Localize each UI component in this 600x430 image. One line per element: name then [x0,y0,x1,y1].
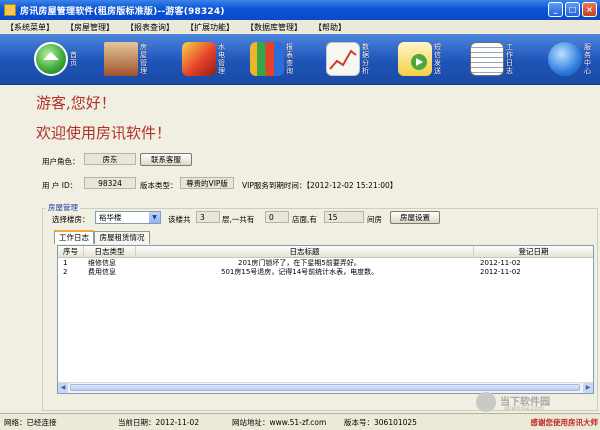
watermark: 当下软件园 downxia.com [476,392,586,412]
vip-expiry-text: VIP服务到期时间：【2012-12-02 15:21:00】 [242,181,398,190]
rooms-unit: 间房 [367,215,382,224]
user-id-value: 98324 [84,177,136,189]
watermark-url: downxia.com [504,405,544,412]
row-type: 费用信息 [88,268,116,276]
row-date: 2012-11-02 [480,259,521,267]
envelope-icon [398,42,432,76]
menu-help[interactable]: 【帮助】 [314,22,346,33]
column-header-title[interactable]: 日志标题 [136,246,474,257]
shops-label: 层,一共有 [222,215,255,224]
floors-value: 3 [196,211,220,223]
floors-label: 该楼共 [168,215,191,224]
close-button[interactable]: × [582,2,597,17]
notebook-icon [470,42,504,76]
menu-system[interactable]: 【系统菜单】 [6,22,54,33]
table-row[interactable]: 2 费用信息 501房15号退房，记得14号前统计水表，电度数。 2012-11… [58,268,593,277]
network-status: 网络：已经连接 [4,418,57,427]
home-panel: 游客,您好！ 欢迎使用房讯软件！ 用户角色： 房东 联系客服 用 户 ID： 9… [0,85,600,413]
menu-extensions[interactable]: 【扩展功能】 [186,22,234,33]
house-group-title: 房屋管理 [46,202,80,213]
menu-database[interactable]: 【数据库管理】 [246,22,302,33]
user-id-label: 用 户 ID： [42,181,78,190]
toolbar-home[interactable]: 首页 [34,38,80,80]
app-icon [4,4,16,16]
column-header-no[interactable]: 序号 [58,246,84,257]
house-settings-button[interactable]: 房屋设置 [390,211,440,224]
version-value: 尊贵的VIP版 [180,177,234,189]
menu-bar: 【系统菜单】 【房屋管理】 【报表查询】 【扩展功能】 【数据库管理】 【帮助】 [0,20,600,34]
window-controls: _ □ × [548,2,597,17]
row-type: 维修信息 [88,259,116,267]
window-title: 房讯房屋管理软件(租房版标准版)--游客(98324) [20,6,225,17]
watermark-logo-icon [476,392,496,412]
line-chart-icon [326,42,360,76]
building-select-value: 裕华楼 [99,213,122,222]
row-title: 201房门锁坏了，在下星期5前要弄好。 [238,259,361,267]
chevron-down-icon[interactable]: ▼ [149,212,160,223]
greeting-line1: 游客,您好！ [36,94,116,112]
column-header-date[interactable]: 登记日期 [474,246,593,257]
row-no: 2 [63,268,68,276]
contact-support-button[interactable]: 联系客服 [140,153,192,166]
row-no: 1 [63,259,68,267]
thank-you-slogan: 感谢您使用房讯大师 [530,418,599,427]
title-bar: 房讯房屋管理软件(租房版标准版)--游客(98324) _ □ × [0,0,600,20]
table-header: 序号 日志类型 日志标题 登记日期 [58,246,593,258]
version-number: 版本号：306101025 [344,418,417,427]
toolbar-utility[interactable]: 水电管理 [182,38,228,80]
minimize-button[interactable]: _ [548,2,563,17]
tab-rental-status[interactable]: 房屋租赁情况 [94,231,150,244]
building-select[interactable]: 裕华楼 ▼ [95,211,161,224]
table-row[interactable]: 1 维修信息 201房门锁坏了，在下星期5前要弄好。 2012-11-02 [58,259,593,268]
bar-chart-icon [250,42,284,76]
menu-rooms[interactable]: 【房屋管理】 [66,22,114,33]
toolbar-analysis[interactable]: 数据分析 [326,38,372,80]
shops-value: 0 [265,211,289,223]
house-icon [104,42,138,76]
toolbar-service[interactable]: 服务中心 [548,38,594,80]
toolbar-report[interactable]: 报表查询 [250,38,296,80]
website-address: 网站地址：www.51-zf.com [232,418,327,427]
main-toolbar: 首页 房屋管理 水电管理 报表查询 数据分析 短信发送 工作日志 服务中心 [0,34,600,85]
current-date: 当前日期：2012-11-02 [118,418,200,427]
greeting-line2: 欢迎使用房讯软件！ [36,124,172,142]
maximize-button[interactable]: □ [565,2,580,17]
role-value: 房东 [84,153,136,165]
work-log-table: 序号 日志类型 日志标题 登记日期 1 维修信息 201房门锁坏了，在下星期5前… [57,245,594,394]
lightning-icon [182,42,216,76]
rooms-value: 15 [324,211,364,223]
scrollbar-thumb[interactable] [70,384,580,391]
home-icon [34,42,68,76]
status-bar: 网络：已经连接 当前日期：2012-11-02 网站地址：www.51-zf.c… [0,413,600,430]
role-label: 用户角色： [42,157,80,166]
select-building-label: 选择楼房： [52,215,90,224]
tab-work-log[interactable]: 工作日志 [54,230,94,244]
row-title: 501房15号退房，记得14号前统计水表，电度数。 [221,268,379,276]
column-header-type[interactable]: 日志类型 [84,246,136,257]
rooms-label: 店面,有 [292,215,317,224]
toolbar-rooms[interactable]: 房屋管理 [104,38,150,80]
toolbar-sms[interactable]: 短信发送 [398,38,444,80]
toolbar-log[interactable]: 工作日志 [470,38,516,80]
row-date: 2012-11-02 [480,268,521,276]
globe-icon [548,42,582,76]
scroll-left-icon[interactable]: ◀ [58,383,68,393]
menu-reports[interactable]: 【报表查询】 [126,22,174,33]
version-label: 版本类型： [140,181,178,190]
